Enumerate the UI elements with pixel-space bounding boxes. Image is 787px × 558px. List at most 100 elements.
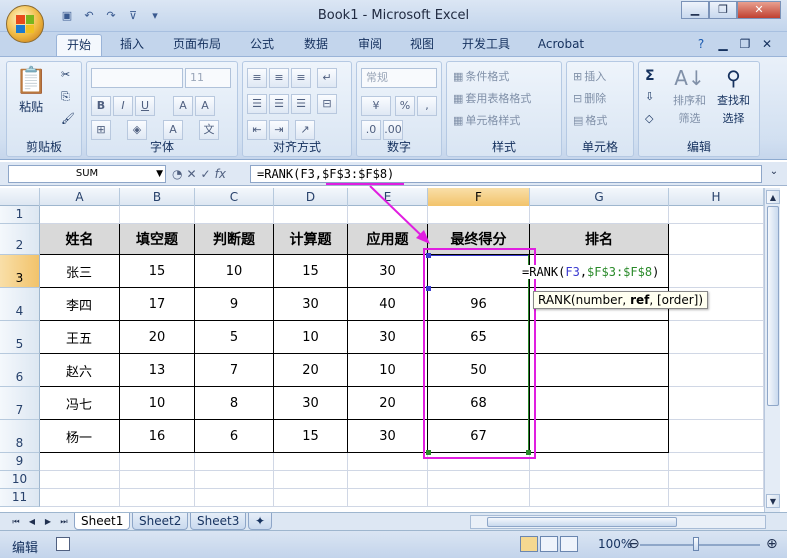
conditional-format-button[interactable]: ▦ 条件格式 <box>453 68 509 84</box>
horizontal-scrollbar[interactable] <box>470 515 766 529</box>
empty-cell[interactable] <box>40 453 120 471</box>
page-layout-view-icon[interactable] <box>540 536 558 552</box>
first-sheet-icon[interactable]: ⏮ <box>10 515 22 529</box>
comma-icon[interactable]: , <box>417 96 437 116</box>
table-cell[interactable]: 6 <box>195 420 274 453</box>
help-icon[interactable]: ? <box>692 34 710 56</box>
row-header[interactable]: 5 <box>0 321 40 354</box>
table-cell[interactable]: 40 <box>348 288 428 321</box>
workbook-close-icon[interactable]: ✕ <box>758 34 776 56</box>
empty-cell[interactable] <box>120 489 195 507</box>
table-header-cell[interactable]: 填空题 <box>120 224 195 255</box>
table-cell[interactable]: 杨一 <box>40 420 120 453</box>
insert-cells-button[interactable]: ⊞ 插入 <box>573 68 606 84</box>
font-size-combo[interactable]: 11 <box>185 68 231 88</box>
table-cell[interactable]: 15 <box>120 255 195 288</box>
table-cell[interactable] <box>530 420 669 453</box>
table-cell[interactable]: 王五 <box>40 321 120 354</box>
table-cell[interactable]: 10 <box>120 387 195 420</box>
ribbon-restore-icon[interactable]: ❐ <box>736 34 754 56</box>
format-as-table-button[interactable]: ▦ 套用表格格式 <box>453 90 531 106</box>
row-header[interactable]: 10 <box>0 471 40 489</box>
empty-cell[interactable] <box>530 489 669 507</box>
macro-record-icon[interactable] <box>56 537 70 551</box>
column-header-d[interactable]: D <box>274 188 348 206</box>
column-header-h[interactable]: H <box>669 188 764 206</box>
align-bottom-icon[interactable]: ≡ <box>291 68 311 88</box>
tab-developer[interactable]: 开发工具 <box>455 34 517 56</box>
empty-cell[interactable] <box>274 471 348 489</box>
paste-button[interactable]: 📋 粘贴 <box>15 66 47 115</box>
table-header-cell[interactable]: 计算题 <box>274 224 348 255</box>
sheet-tab-2[interactable]: Sheet2 <box>132 513 189 530</box>
increase-indent-icon[interactable]: ⇥ <box>269 120 289 140</box>
empty-cell[interactable] <box>195 471 274 489</box>
office-button[interactable] <box>6 5 44 43</box>
empty-cell[interactable] <box>669 387 764 420</box>
table-cell[interactable]: 15 <box>274 420 348 453</box>
bold-icon[interactable]: B <box>91 96 111 116</box>
empty-cell[interactable] <box>274 453 348 471</box>
insert-function-icon[interactable]: fx <box>215 167 226 181</box>
align-center-icon[interactable]: ☰ <box>269 94 289 114</box>
border-icon[interactable]: ⊞ <box>91 120 111 140</box>
scroll-down-icon[interactable]: ▼ <box>766 494 780 508</box>
worksheet-grid[interactable]: A B C D E F G H 1 2 3 4 5 6 7 8 9 10 11 姓名 填空题 判断题 计算… <box>0 188 764 512</box>
underline-icon[interactable]: U <box>135 96 155 116</box>
table-header-cell[interactable]: 判断题 <box>195 224 274 255</box>
row-header[interactable]: 7 <box>0 387 40 420</box>
sheet-tab-3[interactable]: Sheet3 <box>190 513 247 530</box>
empty-cell[interactable] <box>669 255 764 288</box>
empty-cell[interactable] <box>669 354 764 387</box>
decrease-decimal-icon[interactable]: .00 <box>383 120 403 140</box>
select-all-corner[interactable] <box>0 188 40 206</box>
tab-home[interactable]: 开始 <box>56 34 102 56</box>
phonetic-icon[interactable]: 文 <box>199 120 219 140</box>
empty-cell[interactable] <box>348 489 428 507</box>
font-name-combo[interactable] <box>91 68 183 88</box>
zoom-out-icon[interactable]: ⊖ <box>628 536 640 552</box>
close-button[interactable]: ✕ <box>737 1 781 19</box>
table-header-cell[interactable]: 最终得分 <box>428 224 530 255</box>
cancel-icon[interactable]: ✕ <box>186 167 196 181</box>
tab-insert[interactable]: 插入 <box>112 34 152 56</box>
ref-handle[interactable] <box>426 286 431 291</box>
column-header-g[interactable]: G <box>530 188 669 206</box>
format-painter-icon[interactable]: 🖌 <box>61 112 75 125</box>
empty-cell[interactable] <box>669 224 764 255</box>
row-header[interactable]: 8 <box>0 420 40 453</box>
row-header[interactable]: 11 <box>0 489 40 507</box>
empty-cell[interactable] <box>428 471 530 489</box>
table-cell[interactable]: 9 <box>195 288 274 321</box>
empty-cell[interactable] <box>274 206 348 224</box>
table-header-cell[interactable]: 姓名 <box>40 224 120 255</box>
fill-color-icon[interactable]: ◈ <box>127 120 147 140</box>
format-cells-button[interactable]: ▤ 格式 <box>573 112 607 128</box>
empty-cell[interactable] <box>195 489 274 507</box>
clear-icon[interactable]: ◇ <box>645 112 653 125</box>
empty-cell[interactable] <box>669 420 764 453</box>
chevron-down-icon[interactable]: ▼ <box>156 166 163 182</box>
zoom-in-icon[interactable]: ⊕ <box>766 536 778 552</box>
column-header-c[interactable]: C <box>195 188 274 206</box>
percent-icon[interactable]: % <box>395 96 415 116</box>
table-cell[interactable] <box>530 354 669 387</box>
sheet-tab-1[interactable]: Sheet1 <box>74 513 131 530</box>
empty-cell[interactable] <box>195 206 274 224</box>
fill-icon[interactable]: ⇩ <box>645 90 654 103</box>
table-cell[interactable]: 7 <box>195 354 274 387</box>
restore-button[interactable]: ❐ <box>709 1 737 19</box>
new-sheet-icon[interactable]: ✦ <box>248 513 272 530</box>
table-cell[interactable]: 5 <box>195 321 274 354</box>
empty-cell[interactable] <box>530 206 669 224</box>
font-color-icon[interactable]: A <box>163 120 183 140</box>
cell-styles-button[interactable]: ▦ 单元格样式 <box>453 112 520 128</box>
prev-sheet-icon[interactable]: ◀ <box>26 515 38 529</box>
table-cell[interactable]: 10 <box>274 321 348 354</box>
empty-cell[interactable] <box>428 453 530 471</box>
table-cell[interactable]: 65 <box>428 321 530 354</box>
empty-cell[interactable] <box>428 489 530 507</box>
empty-cell[interactable] <box>669 206 764 224</box>
column-header-a[interactable]: A <box>40 188 120 206</box>
empty-cell[interactable] <box>120 206 195 224</box>
